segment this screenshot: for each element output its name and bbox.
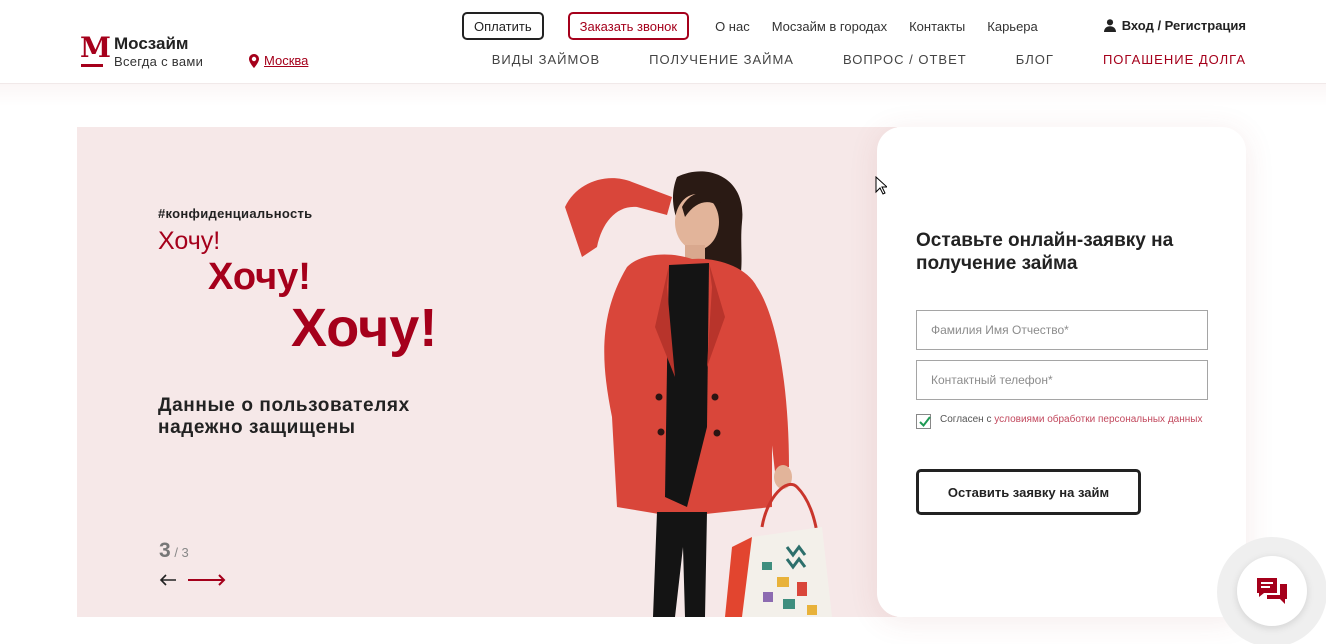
hero-hashtag: #конфиденциальность — [158, 206, 313, 221]
header-shadow — [0, 84, 1326, 106]
top-link-contacts[interactable]: Контакты — [909, 19, 965, 34]
checkmark-icon — [919, 416, 931, 428]
hero-want-large: Хочу! — [291, 298, 438, 358]
hero-want-small: Хочу! — [158, 227, 221, 255]
hero-want-medium: Хочу! — [208, 256, 311, 298]
login-link[interactable]: Вход / Регистрация — [1103, 18, 1246, 33]
site-header: M Мосзайм Всегда с вами Москва Оплатить … — [0, 0, 1326, 84]
submit-loan-button[interactable]: Оставить заявку на займ — [916, 469, 1141, 515]
slide-counter: 3 / 3 — [159, 539, 189, 563]
login-label: Вход / Регистрация — [1121, 18, 1246, 33]
chat-widget-button[interactable] — [1237, 556, 1307, 626]
hero-woman-image — [565, 171, 832, 617]
consent-text: Согласен с условиями обработки персональ… — [940, 414, 1202, 429]
nav-repayment[interactable]: ПОГАШЕНИЕ ДОЛГА — [1103, 52, 1246, 67]
city-selector[interactable]: Москва — [249, 53, 308, 68]
form-title: Оставьте онлайн-заявку на получение займ… — [916, 230, 1174, 274]
consent-checkbox[interactable] — [916, 414, 931, 429]
arrow-right-icon[interactable] — [188, 573, 226, 587]
nav-blog[interactable]: БЛОГ — [1016, 52, 1054, 67]
nav-loan-types[interactable]: ВИДЫ ЗАЙМОВ — [492, 52, 600, 67]
phone-input[interactable] — [916, 360, 1208, 400]
logo-slogan: Всегда с вами — [114, 54, 204, 69]
hero-description: Данные о пользователях надежно защищены — [158, 395, 410, 438]
user-icon — [1103, 19, 1116, 32]
top-link-about[interactable]: О нас — [715, 19, 750, 34]
slide-total: / 3 — [174, 545, 189, 560]
pay-button[interactable]: Оплатить — [462, 12, 544, 40]
loan-request-form: Оставьте онлайн-заявку на получение займ… — [877, 127, 1246, 617]
logo[interactable]: M Мосзайм Всегда с вами — [80, 34, 203, 70]
full-name-input[interactable] — [916, 310, 1208, 350]
consent-label: Согласен с — [940, 414, 995, 425]
hero-slider: #конфиденциальность Хочу! Хочу! Хочу! Да… — [77, 127, 897, 617]
logo-m-icon: M — [80, 34, 111, 68]
logo-text: Мосзайм Всегда с вами — [114, 34, 203, 69]
arrow-left-icon[interactable] — [159, 573, 177, 587]
nav-faq[interactable]: ВОПРОС / ОТВЕТ — [843, 52, 967, 67]
map-pin-icon — [249, 53, 259, 68]
nav-getting-loan[interactable]: ПОЛУЧЕНИЕ ЗАЙМА — [649, 52, 794, 67]
top-links: Оплатить Заказать звонок О нас Мосзайм в… — [462, 12, 1038, 40]
main-nav: ВИДЫ ЗАЙМОВ ПОЛУЧЕНИЕ ЗАЙМА ВОПРОС / ОТВ… — [443, 52, 1246, 67]
consent-row: Согласен с условиями обработки персональ… — [916, 414, 1216, 429]
top-link-career[interactable]: Карьера — [987, 19, 1038, 34]
slider-arrows — [159, 573, 226, 587]
top-link-cities[interactable]: Мосзайм в городах — [772, 19, 887, 34]
slide-current: 3 — [159, 539, 171, 562]
chat-bubbles-icon — [1257, 578, 1287, 604]
logo-name: Мосзайм — [114, 34, 189, 53]
consent-terms-link[interactable]: условиями обработки персональных данных — [994, 414, 1202, 425]
city-link[interactable]: Москва — [264, 53, 308, 68]
mouse-cursor-icon — [875, 176, 887, 195]
callback-button[interactable]: Заказать звонок — [567, 12, 690, 40]
